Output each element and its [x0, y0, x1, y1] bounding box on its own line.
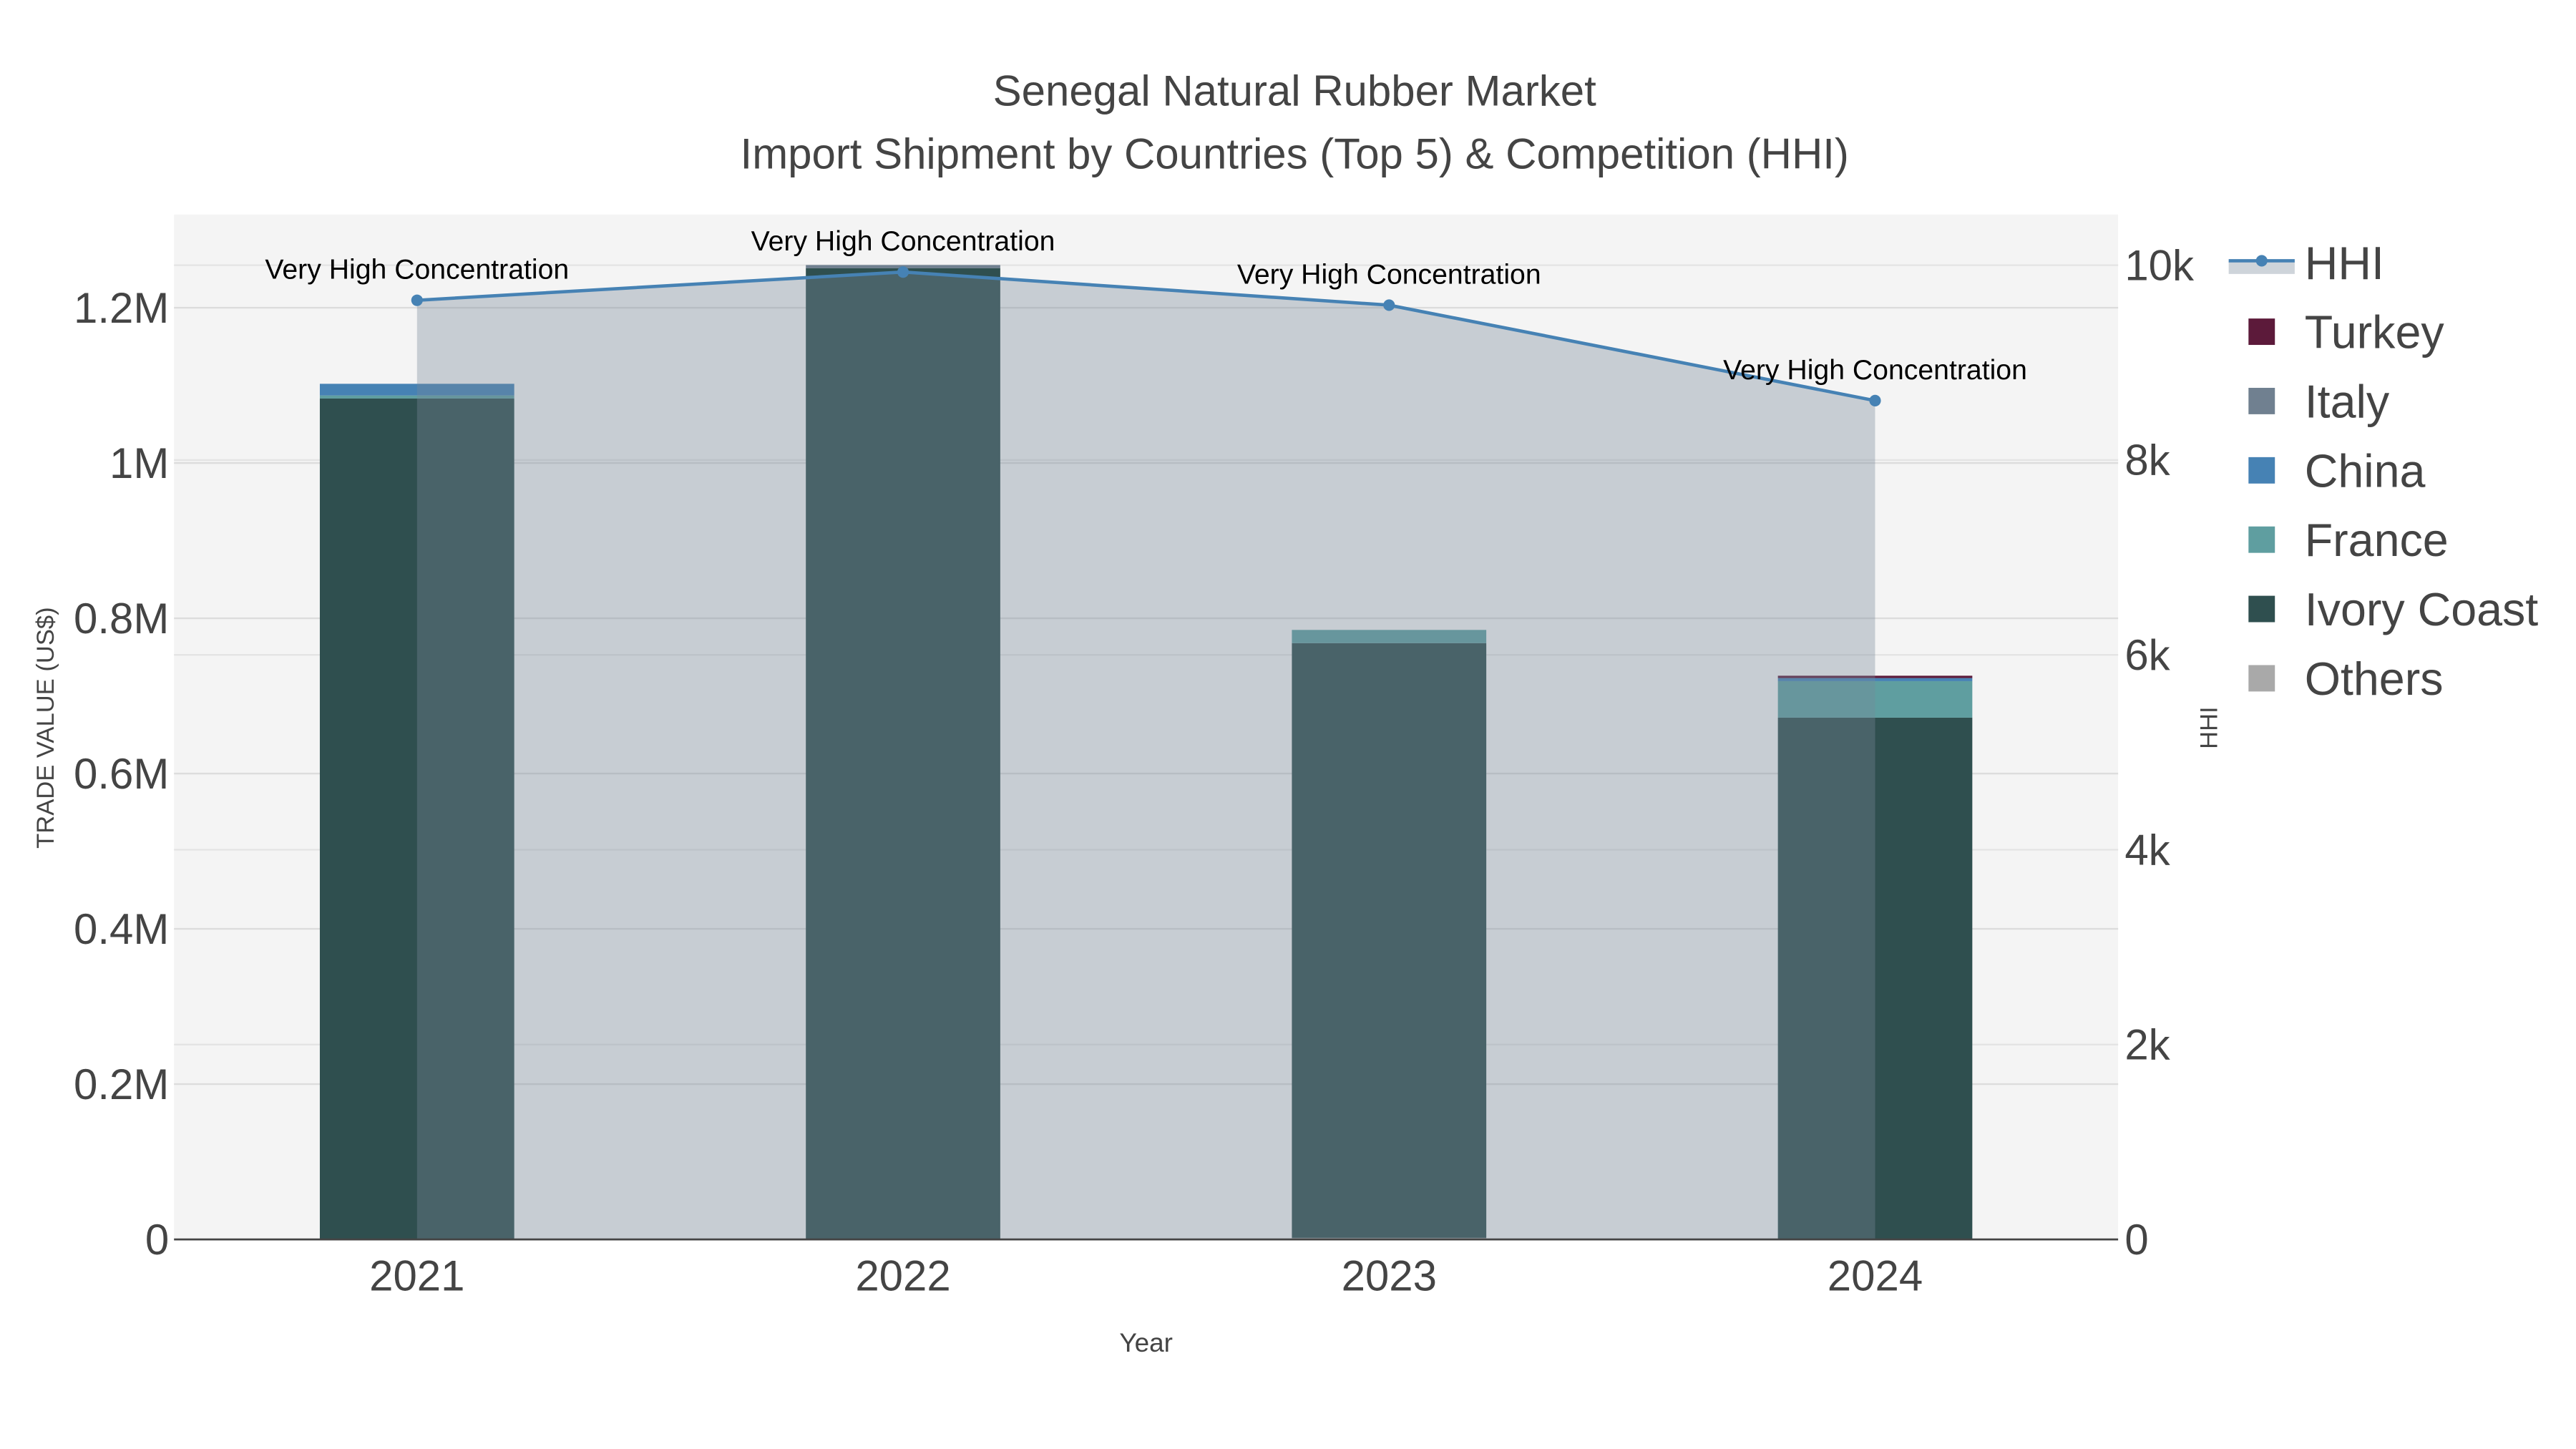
y-tick-label: 0.6M: [74, 750, 169, 798]
y2-tick-label: 6k: [2124, 631, 2170, 679]
x-tick-label: 2022: [855, 1252, 950, 1300]
hhi-point: [411, 294, 423, 306]
x-tick-label: 2021: [369, 1252, 464, 1300]
hhi-point: [897, 266, 909, 278]
chart-title: Senegal Natural Rubber Market: [993, 67, 1596, 115]
legend-swatch: [2248, 457, 2275, 484]
legend-label: Others: [2305, 653, 2444, 705]
hhi-annotation: Very High Concentration: [751, 226, 1055, 257]
legend-label: Italy: [2305, 376, 2390, 428]
y-tick-label: 0.4M: [74, 905, 169, 953]
x-axis-title: Year: [1119, 1328, 1173, 1357]
y-tick-label: 0.2M: [74, 1060, 169, 1108]
hhi-point: [1869, 394, 1881, 406]
legend-swatch: [2248, 318, 2275, 346]
y-tick-label: 1.2M: [74, 284, 169, 332]
legend-swatch: [2248, 526, 2275, 553]
hhi-annotation: Very High Concentration: [1723, 355, 2027, 386]
y2-tick-label: 0: [2124, 1216, 2148, 1264]
y2-tick-label: 8k: [2124, 436, 2170, 484]
legend-label: France: [2305, 514, 2449, 566]
y-axis-title: TRADE VALUE (US$): [32, 607, 59, 849]
legend-label: Turkey: [2305, 307, 2445, 358]
hhi-annotation: Very High Concentration: [265, 255, 569, 286]
legend-label: China: [2305, 445, 2426, 497]
legend-swatch: [2248, 387, 2275, 414]
y2-tick-label: 4k: [2124, 826, 2170, 874]
y-tick-label: 1M: [109, 439, 169, 487]
hhi-series: Very High Concentration Very High Concent…: [265, 226, 2027, 1240]
y-tick-label: 0.8M: [74, 595, 169, 643]
y2-tick-label: 2k: [2124, 1021, 2170, 1069]
chart: Senegal Natural Rubber Market Import Shi…: [1, 0, 2575, 1449]
y2-tick-label: 10k: [2124, 241, 2195, 289]
hhi-annotation: Very High Concentration: [1237, 259, 1541, 290]
legend-label: HHI: [2305, 238, 2384, 289]
legend-swatch: [2248, 665, 2275, 692]
hhi-point: [1383, 299, 1395, 311]
legend-swatch-marker: [2255, 255, 2268, 267]
y-tick-label: 0: [145, 1216, 169, 1264]
hhi-area: [416, 272, 1875, 1240]
legend-label: Ivory Coast: [2305, 584, 2539, 635]
chart-subtitle: Import Shipment by Countries (Top 5) & C…: [741, 130, 1849, 177]
legend-swatch: [2248, 595, 2275, 623]
x-tick-label: 2024: [1828, 1252, 1923, 1300]
x-tick-label: 2023: [1342, 1252, 1437, 1300]
y2-axis-title: HHI: [2195, 706, 2223, 749]
